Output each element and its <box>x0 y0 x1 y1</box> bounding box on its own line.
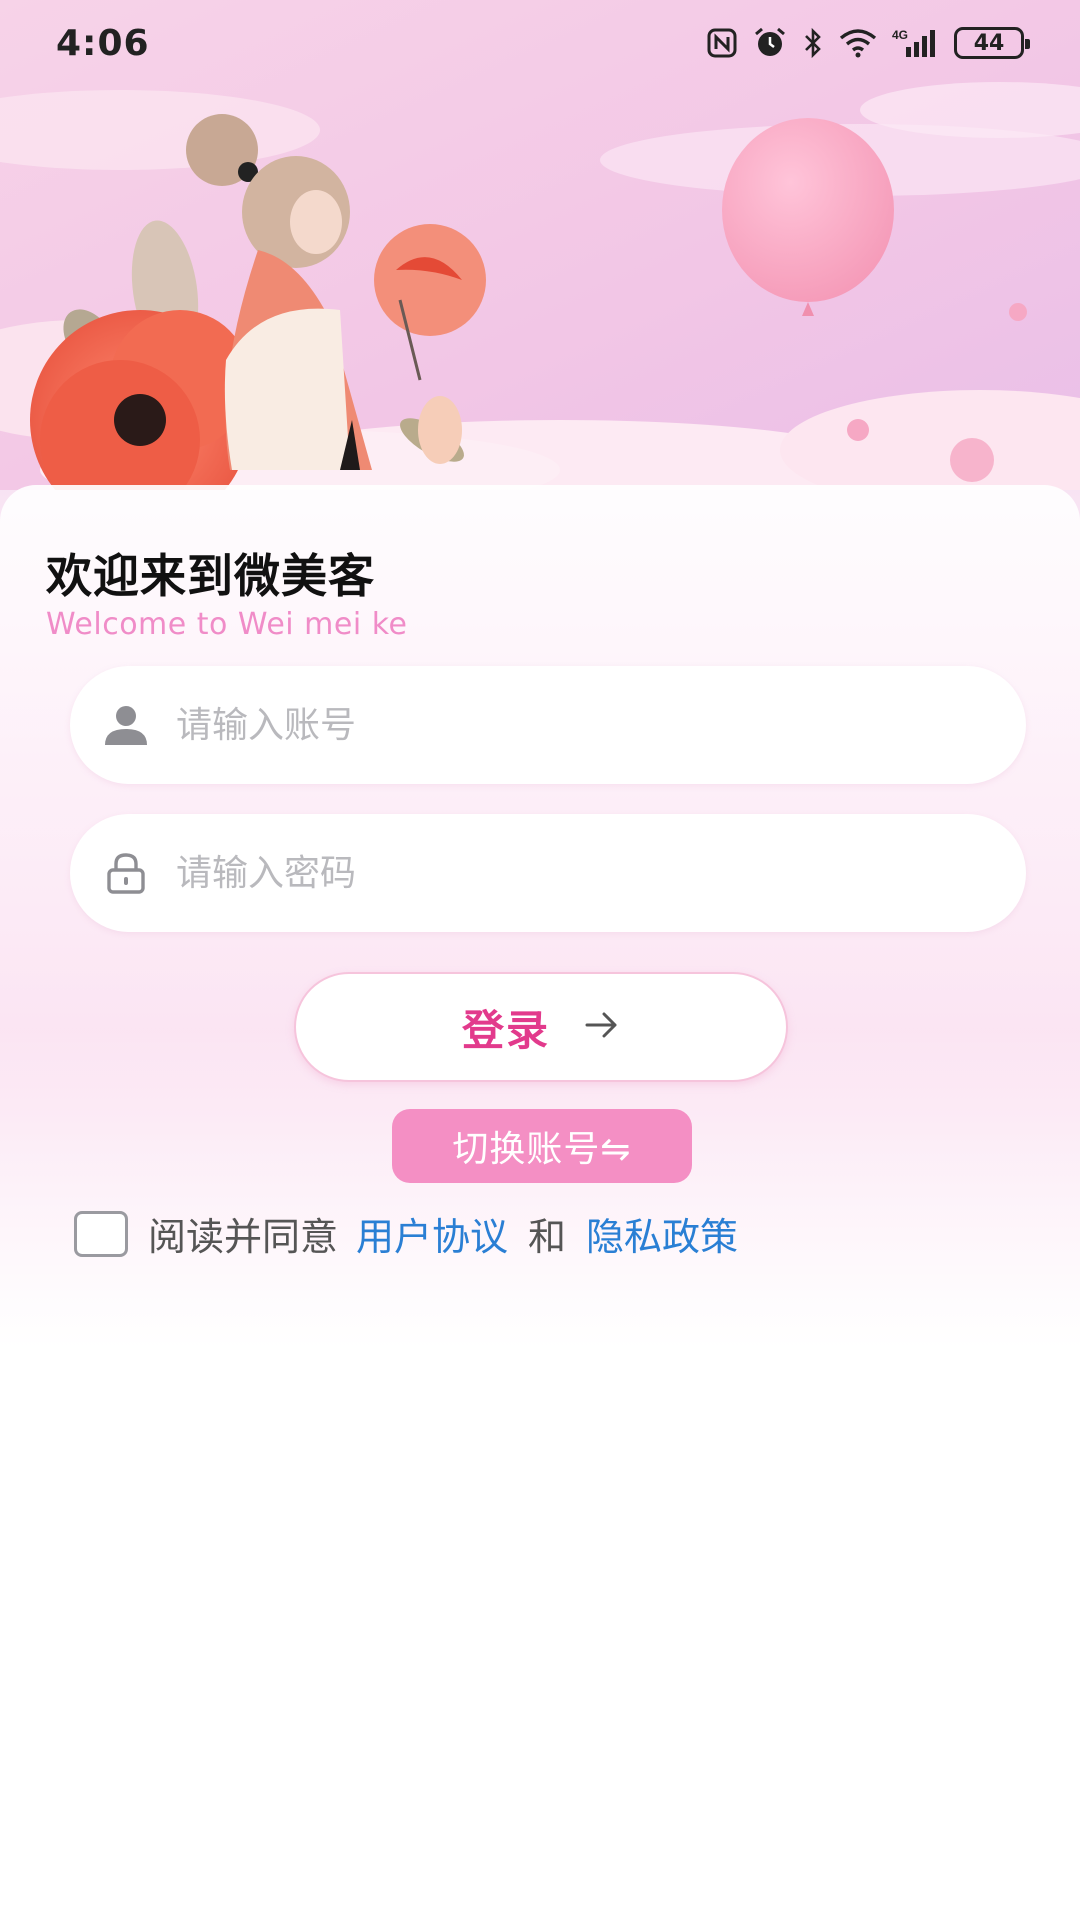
account-field[interactable] <box>70 666 1026 784</box>
password-field[interactable] <box>70 814 1026 932</box>
login-screen: 4:06 4G 44 欢迎来到微美客 Welcome to Wei mei ke… <box>0 0 1080 1920</box>
battery-icon: 44 <box>954 27 1030 59</box>
agreement-row: 阅读并同意 用户协议 和 隐私政策 <box>74 1206 738 1261</box>
agreement-and: 和 <box>528 1215 567 1259</box>
status-icons: 4G 44 <box>706 26 1030 60</box>
arrow-right-icon <box>584 1010 620 1044</box>
nfc-icon <box>706 27 738 59</box>
agreement-checkbox[interactable] <box>74 1210 128 1257</box>
agreement-prefix: 阅读并同意 <box>148 1215 339 1259</box>
user-icon <box>102 701 150 749</box>
wifi-icon <box>838 28 878 58</box>
status-bar: 4:06 4G 44 <box>0 0 1080 86</box>
account-input[interactable] <box>176 704 996 746</box>
switch-account-button[interactable]: 切换账号⇋ <box>392 1109 692 1183</box>
user-agreement-link[interactable]: 用户协议 <box>356 1206 508 1261</box>
password-input[interactable] <box>176 852 996 894</box>
battery-level: 44 <box>973 30 1005 56</box>
svg-text:4G: 4G <box>892 28 908 42</box>
welcome-title: 欢迎来到微美客 <box>46 549 375 603</box>
privacy-policy-link[interactable]: 隐私政策 <box>586 1206 738 1261</box>
welcome-subtitle: Welcome to Wei mei ke <box>46 607 408 642</box>
login-label: 登录 <box>461 1005 550 1055</box>
signal-4g-icon: 4G <box>892 27 940 59</box>
bluetooth-icon <box>802 27 824 59</box>
alarm-icon <box>752 26 788 60</box>
login-button[interactable]: 登录 <box>294 972 788 1082</box>
lock-icon <box>102 849 150 897</box>
status-time: 4:06 <box>56 22 150 64</box>
